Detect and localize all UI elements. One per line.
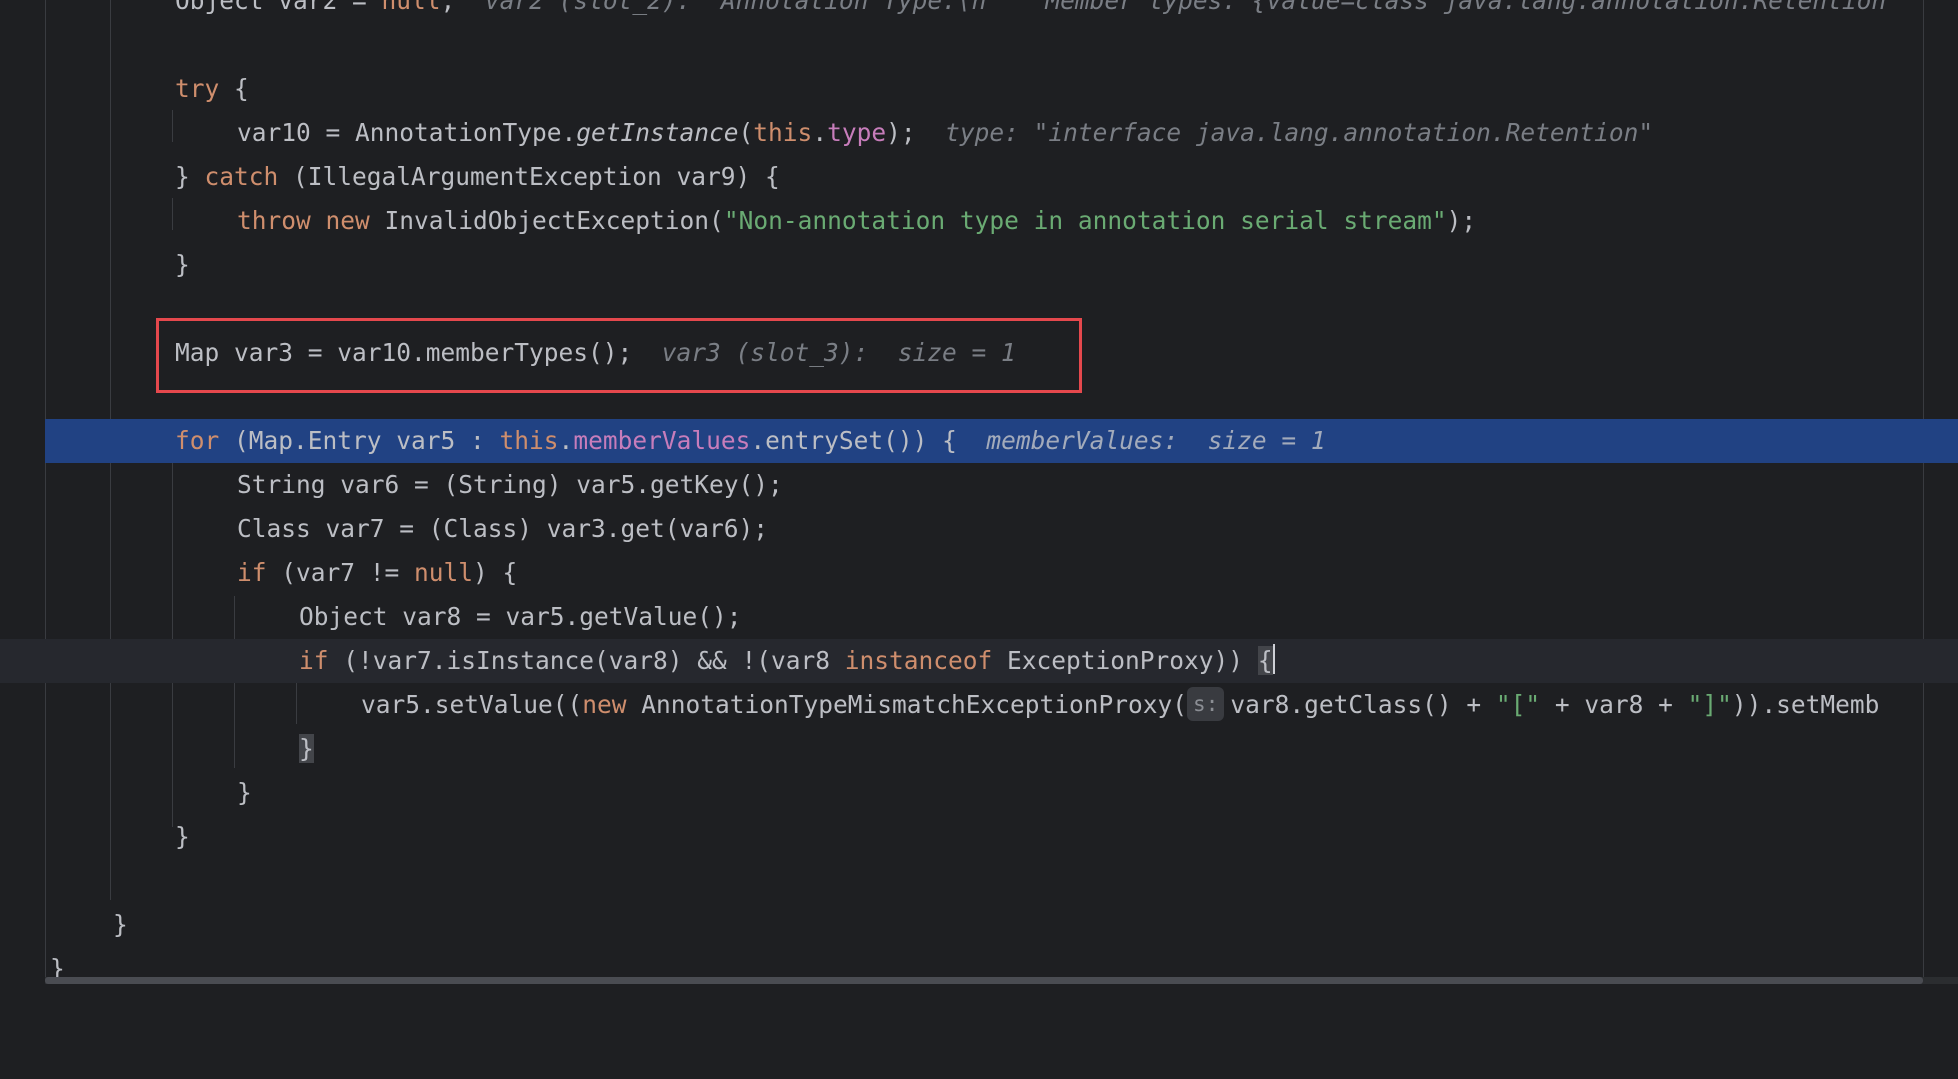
code-line[interactable]: } bbox=[0, 903, 1958, 947]
keyword: this bbox=[753, 118, 813, 147]
code-text: } bbox=[175, 822, 190, 851]
code-text: var10 = AnnotationType. bbox=[237, 118, 577, 147]
code-line[interactable]: Class var7 = (Class) var3.get(var6); bbox=[0, 507, 1958, 551]
code-line[interactable]: try { bbox=[0, 67, 1958, 111]
code-text: Class var7 = (Class) var3.get(var6); bbox=[237, 514, 769, 543]
code-text: var5.setValue(( bbox=[361, 690, 583, 719]
code-text: { bbox=[219, 74, 249, 103]
keyword: try bbox=[175, 74, 220, 103]
code-text: ; bbox=[440, 0, 456, 15]
field-name: type bbox=[827, 118, 887, 147]
code-text: } bbox=[175, 162, 205, 191]
code-text: Object var2 = bbox=[175, 0, 382, 15]
scrollbar-thumb[interactable] bbox=[45, 977, 1923, 984]
annotation-highlight-box bbox=[156, 318, 1082, 393]
code-line[interactable]: Object var2 = null; var2 (slot_2): "Anno… bbox=[0, 0, 1958, 23]
caret-line[interactable]: if (!var7.isInstance(var8) && !(var8 ins… bbox=[0, 639, 1958, 683]
string-literal: "]" bbox=[1687, 690, 1732, 719]
code-text: )).setMemb bbox=[1731, 690, 1880, 719]
code-line[interactable]: } bbox=[0, 243, 1958, 287]
matched-brace: } bbox=[299, 734, 314, 763]
code-line[interactable]: } bbox=[0, 771, 1958, 815]
code-text: . bbox=[558, 426, 574, 455]
string-literal: "Non-annotation type in annotation seria… bbox=[723, 206, 1447, 235]
method-name: getInstance bbox=[576, 118, 739, 147]
keyword: if bbox=[299, 646, 329, 675]
code-text: InvalidObjectException( bbox=[369, 206, 724, 235]
code-text: } bbox=[113, 910, 128, 939]
string-literal: "[" bbox=[1495, 690, 1541, 719]
debug-inline-value[interactable]: memberValues: size = 1 bbox=[986, 426, 1325, 455]
keyword: for bbox=[175, 426, 220, 455]
horizontal-scrollbar[interactable] bbox=[45, 977, 1958, 984]
code-text: (var7 != bbox=[266, 558, 415, 587]
code-text: ); bbox=[1446, 206, 1477, 235]
code-text: (!var7.isInstance(var8) && !(var8 bbox=[328, 646, 845, 675]
code-line[interactable]: var5.setValue((new AnnotationTypeMismatc… bbox=[0, 683, 1958, 727]
keyword: null bbox=[381, 0, 441, 15]
keyword: throw bbox=[237, 206, 311, 235]
matched-brace: { bbox=[1257, 646, 1273, 675]
code-line[interactable]: Object var8 = var5.getValue(); bbox=[0, 595, 1958, 639]
parameter-name-hint: s: bbox=[1187, 687, 1225, 721]
debug-inline-value[interactable]: var2 (slot_2): "Annotation Type:\n Membe… bbox=[485, 0, 1886, 15]
code-text: String var6 = (String) var5.getKey(); bbox=[237, 470, 783, 499]
text-caret bbox=[1272, 644, 1275, 674]
code-text: } bbox=[175, 250, 190, 279]
code-line[interactable]: if (var7 != null) { bbox=[0, 551, 1958, 595]
code-text: ) { bbox=[473, 558, 518, 587]
keyword: new bbox=[325, 206, 370, 235]
code-line[interactable]: } bbox=[0, 727, 1958, 771]
code-text: var8.getClass() + bbox=[1230, 690, 1496, 719]
code-text: . bbox=[812, 118, 828, 147]
code-text: ( bbox=[738, 118, 754, 147]
code-line[interactable]: throw new InvalidObjectException("Non-an… bbox=[0, 199, 1958, 243]
field-name: memberValues bbox=[573, 426, 751, 455]
code-text: ); bbox=[886, 118, 916, 147]
keyword: new bbox=[582, 690, 627, 719]
keyword: null bbox=[414, 558, 474, 587]
keyword: instanceof bbox=[844, 646, 993, 675]
code-line[interactable]: } catch (IllegalArgumentException var9) … bbox=[0, 155, 1958, 199]
code-editor[interactable]: Object var2 = null; var2 (slot_2): "Anno… bbox=[0, 0, 1958, 984]
code-text: + var8 + bbox=[1540, 690, 1688, 719]
keyword: this bbox=[499, 426, 559, 455]
code-text: } bbox=[237, 778, 252, 807]
code-line[interactable]: String var6 = (String) var5.getKey(); bbox=[0, 463, 1958, 507]
debug-inline-value[interactable]: type: "interface java.lang.annotation.Re… bbox=[945, 118, 1653, 147]
execution-point-line[interactable]: for (Map.Entry var5 : this.memberValues.… bbox=[45, 419, 1958, 463]
code-line[interactable]: } bbox=[0, 947, 1958, 991]
keyword: catch bbox=[204, 162, 279, 191]
code-line[interactable]: } bbox=[0, 815, 1958, 859]
code-text: ExceptionProxy)) bbox=[992, 646, 1258, 675]
keyword: if bbox=[237, 558, 267, 587]
code-text: Object var8 = var5.getValue(); bbox=[299, 602, 742, 631]
code-text: (Map.Entry var5 : bbox=[219, 426, 500, 455]
code-line[interactable]: var10 = AnnotationType.getInstance(this.… bbox=[0, 111, 1958, 155]
code-text: (IllegalArgumentException var9) { bbox=[278, 162, 780, 191]
code-text: .entrySet()) { bbox=[750, 426, 957, 455]
code-text: AnnotationTypeMismatchExceptionProxy( bbox=[626, 690, 1188, 719]
